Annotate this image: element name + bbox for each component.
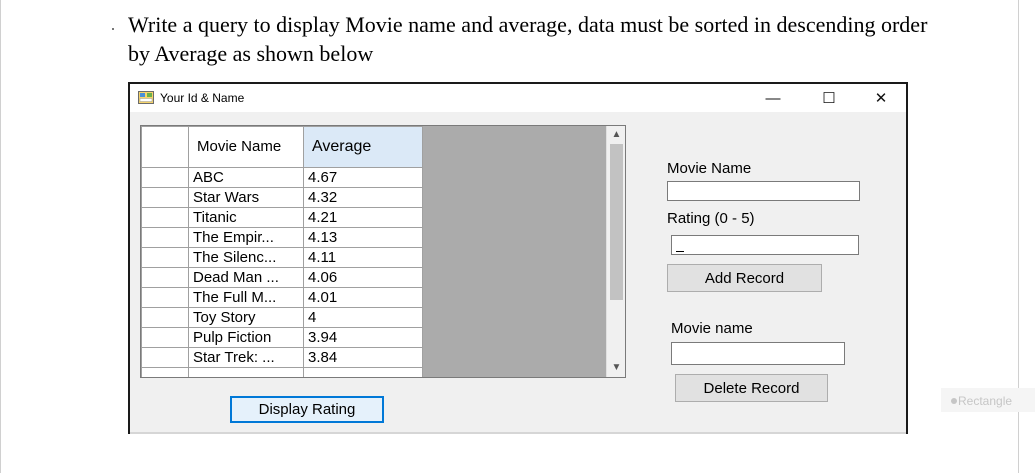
window-title: Your Id & Name <box>160 91 245 105</box>
row-header-cell[interactable] <box>141 227 189 248</box>
row-header-cell[interactable] <box>141 247 189 268</box>
row-header-cell[interactable] <box>141 307 189 328</box>
close-button[interactable]: ✕ <box>858 84 904 112</box>
movie-name-cell[interactable]: The Empir... <box>188 227 304 248</box>
table-row[interactable]: Toy Story 4 <box>141 307 423 328</box>
movie-ratings-grid[interactable]: Movie Name Average ABC 4.67 Star Wars 4.32 T… <box>140 125 626 378</box>
movie-name-cell[interactable]: ABC <box>188 167 304 188</box>
column-header-average[interactable]: Average <box>303 126 423 168</box>
rectangle-shape-label: Rectangle <box>958 394 1013 408</box>
movie-name-label: Movie Name <box>667 160 752 177</box>
row-header-cell[interactable] <box>141 187 189 208</box>
title-bar[interactable]: Your Id & Name — ☐ ✕ <box>130 84 906 112</box>
table-row[interactable]: Pulp Fiction 3.94 <box>141 327 423 348</box>
average-cell[interactable]: 4.01 <box>303 287 423 308</box>
delete-movie-name-label: Movie name <box>671 320 753 337</box>
table-row[interactable]: Titanic 4.21 <box>141 207 423 228</box>
row-header-corner[interactable] <box>141 126 189 168</box>
movie-name-cell[interactable]: The Full M... <box>188 287 304 308</box>
table-row[interactable]: The Silenc... 4.11 <box>141 247 423 268</box>
column-header-movie-name[interactable]: Movie Name <box>188 126 304 168</box>
text-caret <box>676 251 684 252</box>
movie-name-cell[interactable]: Dead Man ... <box>188 267 304 288</box>
movie-name-cell[interactable]: Star Trek: ... <box>188 347 304 368</box>
row-header-cell[interactable] <box>141 347 189 368</box>
scroll-up-icon[interactable]: ▲ <box>607 126 625 143</box>
movie-name-cell[interactable]: Titanic <box>188 207 304 228</box>
app-window: Your Id & Name — ☐ ✕ Movie Name Average … <box>128 82 908 434</box>
average-cell[interactable]: 4.67 <box>303 167 423 188</box>
table-row[interactable]: Star Trek: ... 3.84 <box>141 347 423 368</box>
row-header-cell[interactable] <box>141 287 189 308</box>
table-row[interactable]: Star Wars 4.32 <box>141 187 423 208</box>
minimize-icon: — <box>765 89 781 107</box>
table-row-partial[interactable] <box>141 367 423 377</box>
close-icon: ✕ <box>874 90 888 107</box>
paragraph-marker <box>112 28 114 30</box>
grid-header-row: Movie Name Average <box>141 126 423 168</box>
row-header-cell[interactable] <box>141 167 189 188</box>
table-row[interactable]: ABC 4.67 <box>141 167 423 188</box>
average-cell[interactable]: 3.84 <box>303 347 423 368</box>
scroll-down-icon[interactable]: ▼ <box>607 359 625 376</box>
table-row[interactable]: The Empir... 4.13 <box>141 227 423 248</box>
bullet-icon <box>951 398 957 404</box>
maximize-icon: ☐ <box>822 90 836 107</box>
row-header-cell[interactable] <box>141 267 189 288</box>
display-rating-button[interactable]: Display Rating <box>230 396 384 423</box>
average-cell[interactable]: 3.94 <box>303 327 423 348</box>
delete-record-button[interactable]: Delete Record <box>675 374 828 402</box>
add-record-button[interactable]: Add Record <box>667 264 822 292</box>
table-row[interactable]: The Full M... 4.01 <box>141 287 423 308</box>
grid-table: Movie Name Average ABC 4.67 Star Wars 4.32 T… <box>141 126 423 377</box>
table-row[interactable]: Dead Man ... 4.06 <box>141 267 423 288</box>
average-cell[interactable]: 4.32 <box>303 187 423 208</box>
average-cell[interactable]: 4.13 <box>303 227 423 248</box>
movie-name-cell[interactable] <box>188 367 304 377</box>
row-header-cell[interactable] <box>141 207 189 228</box>
movie-name-cell[interactable]: Pulp Fiction <box>188 327 304 348</box>
rating-input[interactable] <box>671 235 859 255</box>
rating-label: Rating (0 - 5) <box>667 210 755 227</box>
movie-name-cell[interactable]: Star Wars <box>188 187 304 208</box>
average-cell[interactable]: 4.06 <box>303 267 423 288</box>
minimize-button[interactable]: — <box>750 84 796 112</box>
scroll-thumb[interactable] <box>610 144 623 300</box>
row-header-cell[interactable] <box>141 327 189 348</box>
movie-name-cell[interactable]: Toy Story <box>188 307 304 328</box>
row-header-cell[interactable] <box>141 367 189 377</box>
form-app-icon <box>138 91 154 104</box>
instruction-text: Write a query to display Movie name and … <box>128 12 928 66</box>
average-cell[interactable]: 4.21 <box>303 207 423 228</box>
average-cell[interactable] <box>303 367 423 377</box>
form-client-area: Movie Name Average ABC 4.67 Star Wars 4.32 T… <box>130 112 906 434</box>
grid-vertical-scrollbar[interactable]: ▲ ▼ <box>606 126 625 377</box>
document-margin-left <box>0 0 1 473</box>
movie-name-input[interactable] <box>667 181 860 201</box>
average-cell[interactable]: 4 <box>303 307 423 328</box>
maximize-button[interactable]: ☐ <box>806 84 852 112</box>
movie-name-cell[interactable]: The Silenc... <box>188 247 304 268</box>
delete-movie-name-input[interactable] <box>671 342 845 365</box>
average-cell[interactable]: 4.11 <box>303 247 423 268</box>
